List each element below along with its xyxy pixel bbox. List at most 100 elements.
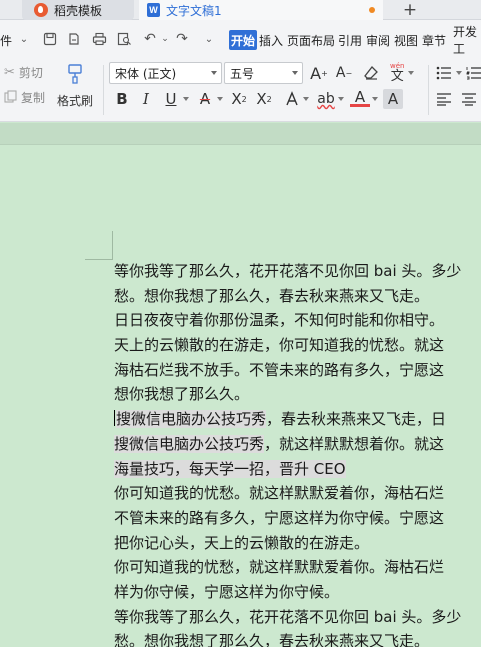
line-text: 等你我等了那么久，花开花落不见你回 bai 头。多少 <box>114 262 462 280</box>
text-cursor <box>114 410 115 427</box>
character-shading-icon[interactable]: A <box>383 89 403 109</box>
tab-label: 稻壳模板 <box>54 3 103 18</box>
document-line: 把你记心头，天上的云懒散的在游走。 <box>114 531 481 556</box>
chevron-down-icon[interactable] <box>456 71 462 75</box>
document-line: 你可知道我的忧愁，就这样默默爱着你。海枯石烂 <box>114 555 481 580</box>
tab-bar: 稻壳模板 W 文字文稿1 + <box>0 0 481 20</box>
menu-item-review[interactable]: 审阅 <box>366 30 390 50</box>
phonetic-guide-icon: 文 <box>390 69 404 84</box>
chevron-down-icon <box>292 71 298 75</box>
chevron-down-icon <box>211 71 217 75</box>
line-text: 把你记心头，天上的云懒散的在游走。 <box>114 533 370 552</box>
font-color-icon[interactable]: A <box>350 88 370 107</box>
numbered-list-icon[interactable] <box>464 63 481 83</box>
cut-button[interactable]: ✂ 剪切 <box>4 64 43 81</box>
menu-item-insert[interactable]: 插入 <box>259 30 283 50</box>
tab-docer-templates[interactable]: 稻壳模板 <box>22 0 134 20</box>
chevron-down-icon[interactable] <box>338 97 344 101</box>
line-text: 你可知道我的忧愁，就这样默默爱着你。海枯石烂 <box>114 558 445 577</box>
document-line: 天上的云懒散的在游走，你可知道我的忧愁。就这 <box>114 333 481 358</box>
bold-icon[interactable]: B <box>112 89 132 109</box>
line-text: ，就这样默默想着你。就这 <box>264 434 445 453</box>
copy-icon <box>4 89 17 106</box>
clear-formatting-icon[interactable] <box>361 63 381 83</box>
save-icon[interactable] <box>40 29 60 49</box>
highlighted-text: 海量技巧，每天学一招，晋升 CEO <box>114 459 346 478</box>
copy-label: 复制 <box>21 91 46 105</box>
redo-icon[interactable]: ↷ <box>172 29 192 49</box>
menu-item-page-layout[interactable]: 页面布局 <box>287 30 335 50</box>
tab-document[interactable]: W 文字文稿1 <box>139 0 383 20</box>
tab-label: 文字文稿1 <box>166 3 222 18</box>
line-text: ，春去秋来燕来又飞走，日 <box>266 410 447 429</box>
chevron-down-icon[interactable] <box>408 71 414 75</box>
document-page[interactable]: 等你我等了那么久，花开花落不见你回 bai 头。多少 愁。想你我想了那么久，春去秋… <box>0 145 481 647</box>
wps-logo-icon <box>34 3 48 17</box>
output-pdf-icon[interactable] <box>64 29 84 49</box>
line-text: 日日夜夜守着你那份温柔，不知何时能和你相守。 <box>114 311 445 330</box>
document-line: 等你我等了那么久，花开花落不见你回 bai 头。多少 <box>114 605 481 630</box>
font-name-value: 宋体 (正文) <box>115 66 177 81</box>
menu-item-home[interactable]: 开始 <box>229 30 258 50</box>
scissors-icon: ✂ <box>4 65 15 80</box>
document-line: 愁。想你我想了那么久，春去秋来燕来又飞走。 <box>114 284 481 309</box>
chevron-down-icon[interactable] <box>217 97 223 101</box>
copy-button[interactable]: 复制 <box>4 89 45 106</box>
line-text: 愁。想你我想了那么久，春去秋来燕来又飞走。 <box>114 632 430 647</box>
superscript-icon[interactable]: X2 <box>229 89 249 109</box>
menu-bar: 件 ⌄ ↶ ⌄ ↷ ⌄ 开始 插入 页面布局 引用 审阅 视图 章节 开发工 <box>0 20 481 60</box>
ribbon-separator <box>103 65 104 115</box>
decrease-font-size-icon[interactable]: A − <box>334 63 354 83</box>
highlighted-text: 搜微信电脑办公技巧秀 <box>116 410 267 429</box>
menu-item-references[interactable]: 引用 <box>338 30 362 50</box>
document-line: 等你我等了那么久，花开花落不见你回 bai 头。多少 <box>114 259 481 284</box>
document-text[interactable]: 等你我等了那么久，花开花落不见你回 bai 头。多少 愁。想你我想了那么久，春去秋… <box>114 259 481 647</box>
subscript-icon[interactable]: X2 <box>254 89 274 109</box>
font-size-value: 五号 <box>230 66 255 81</box>
increase-font-size-icon[interactable]: A + <box>309 63 329 83</box>
phonetic-guide-button[interactable]: wén 文 <box>390 63 404 84</box>
document-line: 搜微信电脑办公技巧秀，春去秋来燕来又飞走，日 <box>114 407 481 432</box>
document-line: 海枯石烂我不放手。不管未来的路有多久，宁愿这 <box>114 358 481 383</box>
customize-toolbar-icon[interactable]: ⌄ <box>199 29 219 49</box>
chevron-down-icon[interactable] <box>183 97 189 101</box>
print-preview-icon[interactable] <box>114 29 134 49</box>
font-size-select[interactable]: 五号 <box>224 62 303 84</box>
line-text: 天上的云懒散的在游走，你可知道我的忧愁。就这 <box>114 336 445 355</box>
document-line: 海量技巧，每天学一招，晋升 CEO <box>114 457 481 482</box>
align-left-icon[interactable] <box>434 89 454 109</box>
highlighted-text: 搜微信电脑办公技巧秀 <box>114 434 265 453</box>
line-text: 样为你守候，宁愿这样为你守候。 <box>114 582 340 601</box>
ruler[interactable] <box>0 123 481 145</box>
format-painter-icon <box>64 63 86 88</box>
underline-icon[interactable]: U <box>161 89 181 109</box>
new-tab-button[interactable]: + <box>398 0 422 20</box>
menu-item-developer[interactable]: 开发工 <box>453 25 481 56</box>
unsaved-dot-icon <box>369 7 375 13</box>
menu-item-view[interactable]: 视图 <box>394 30 418 50</box>
print-icon[interactable] <box>89 29 109 49</box>
menu-item-file-fragment[interactable]: 件 <box>0 30 12 50</box>
menu-item-chapter[interactable]: 章节 <box>422 30 446 50</box>
chevron-down-icon[interactable]: ⌄ <box>14 29 34 49</box>
format-painter-button[interactable]: 格式刷 <box>57 63 93 109</box>
line-text: 你可知道我的忧愁。就这样默默爱着你，海枯石烂 <box>114 484 445 503</box>
line-text: 不管未来的路有多久，宁愿这样为你守候。宁愿这 <box>114 508 445 527</box>
chevron-down-icon[interactable] <box>372 97 378 101</box>
chevron-down-icon[interactable] <box>303 97 309 101</box>
bullet-list-icon[interactable] <box>434 63 454 83</box>
document-line: 愁。想你我想了那么久，春去秋来燕来又飞走。 <box>114 629 481 647</box>
margin-corner-mark <box>112 231 113 259</box>
align-center-icon[interactable] <box>459 89 479 109</box>
highlight-color-icon[interactable]: ab <box>316 89 336 109</box>
document-line: 日日夜夜守着你那份温柔，不知何时能和你相守。 <box>114 308 481 333</box>
document-line: 搜微信电脑办公技巧秀，就这样默默想着你。就这 <box>114 432 481 457</box>
strikethrough-icon[interactable]: A <box>195 89 215 109</box>
writer-doc-icon: W <box>147 3 160 17</box>
text-effect-icon[interactable] <box>282 89 302 109</box>
italic-icon[interactable]: I <box>136 89 156 109</box>
font-name-select[interactable]: 宋体 (正文) <box>109 62 222 84</box>
document-line: 不管未来的路有多久，宁愿这样为你守候。宁愿这 <box>114 506 481 531</box>
line-text: 海枯石烂我不放手。不管未来的路有多久，宁愿这 <box>114 360 445 379</box>
cut-label: 剪切 <box>18 66 43 80</box>
